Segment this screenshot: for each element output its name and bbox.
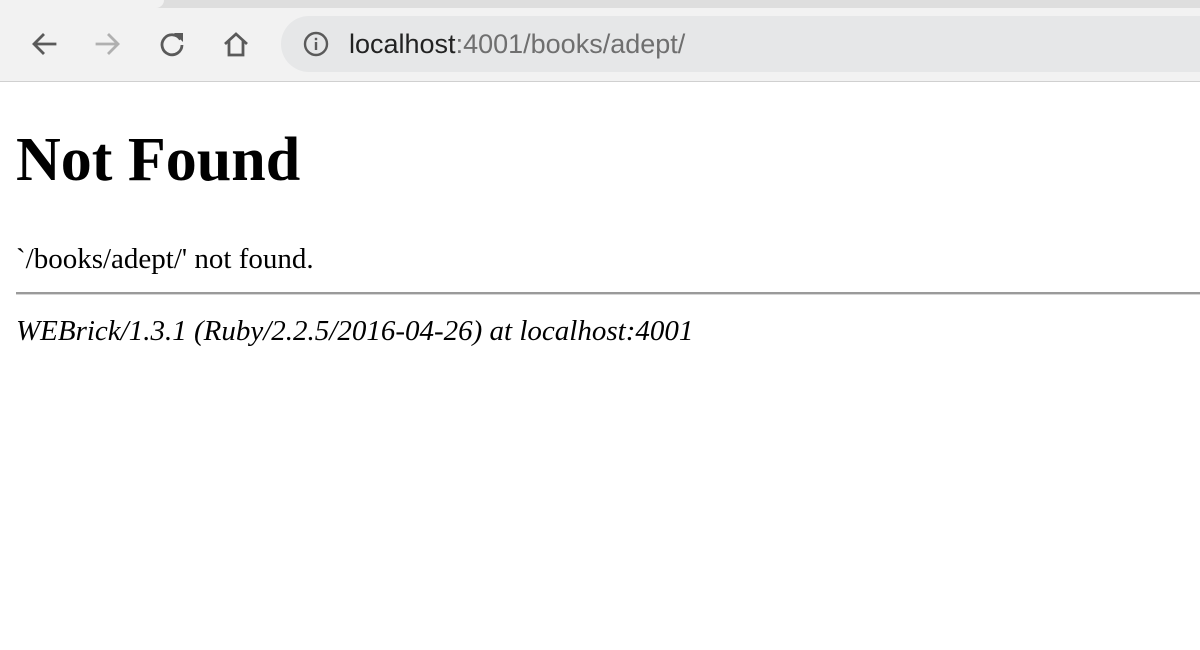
back-button[interactable]: [24, 24, 64, 64]
server-signature: WEBrick/1.3.1 (Ruby/2.2.5/2016-04-26) at…: [16, 315, 694, 347]
url-host: localhost: [349, 29, 456, 59]
divider: [16, 292, 1200, 295]
reload-icon: [160, 33, 184, 57]
reload-button[interactable]: [152, 24, 192, 64]
address-bar[interactable]: localhost:4001/books/adept/: [281, 16, 1200, 72]
arrow-left-icon: [32, 33, 57, 55]
browser-toolbar: localhost:4001/books/adept/: [0, 0, 1200, 82]
error-message: `/books/adept/' not found.: [16, 243, 314, 275]
arrow-right-icon: [95, 33, 120, 55]
url-path: :4001/books/adept/: [455, 29, 686, 59]
home-button[interactable]: [216, 24, 256, 64]
tab-strip: [0, 0, 1200, 8]
active-tab[interactable]: [0, 0, 150, 8]
active-tab-edge: [150, 0, 164, 8]
page-content: Not Found `/books/adept/' not found. WEB…: [0, 82, 1200, 650]
home-icon: [224, 32, 248, 57]
info-circle-icon[interactable]: [303, 31, 329, 57]
page-title: Not Found: [16, 126, 301, 194]
url-text[interactable]: localhost:4001/books/adept/: [349, 29, 685, 59]
forward-button[interactable]: [88, 24, 128, 64]
